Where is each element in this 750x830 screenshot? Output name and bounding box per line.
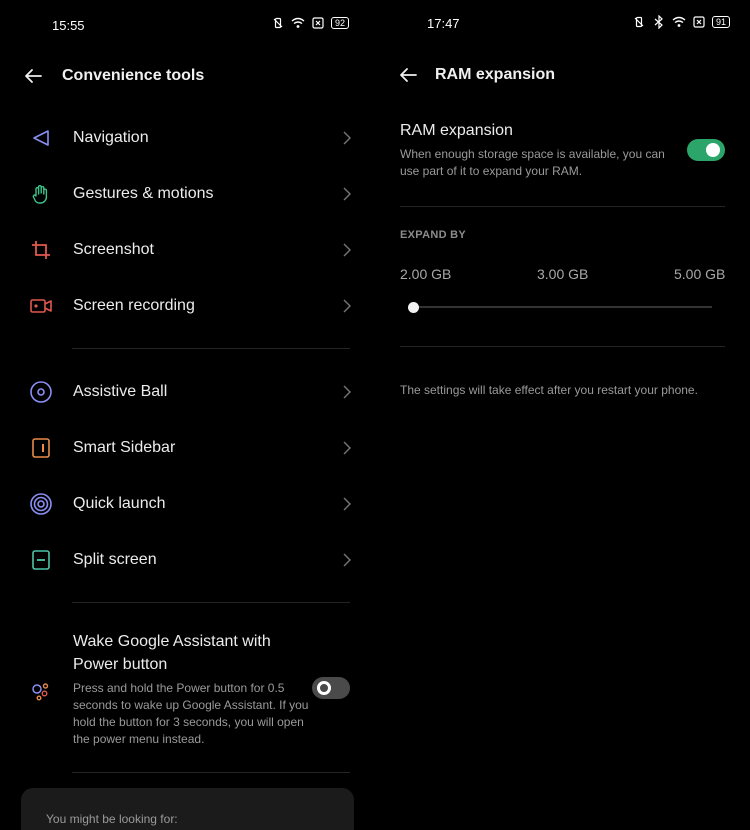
chevron-right-icon bbox=[340, 497, 354, 511]
notification-box-icon bbox=[692, 15, 706, 29]
menu-item-label: Screen recording bbox=[73, 297, 195, 314]
wake-assistant-title: Wake Google Assistant with Power button bbox=[73, 633, 271, 673]
toggle-knob bbox=[706, 143, 720, 157]
wifi-icon bbox=[291, 16, 305, 30]
page-header: Convenience tools bbox=[22, 65, 204, 87]
assistive-ball-icon bbox=[24, 375, 58, 409]
menu-item-label: Smart Sidebar bbox=[73, 439, 176, 456]
menu-item-screen-recording[interactable]: Screen recording bbox=[24, 278, 354, 334]
page-title: RAM expansion bbox=[435, 66, 556, 83]
divider bbox=[72, 602, 350, 603]
menu-item-label: Navigation bbox=[73, 129, 149, 146]
ram-expansion-label: RAM expansion bbox=[400, 122, 513, 139]
hand-gesture-icon bbox=[24, 177, 58, 211]
page-header: RAM expansion bbox=[397, 64, 555, 86]
wake-assistant-toggle[interactable] bbox=[312, 677, 350, 699]
menu-item-navigation[interactable]: Navigation bbox=[24, 110, 354, 166]
menu-item-assistive-ball[interactable]: Assistive Ball bbox=[24, 364, 354, 420]
status-icons: 92 bbox=[271, 16, 350, 30]
menu-item-label: Quick launch bbox=[73, 495, 166, 512]
back-arrow-icon[interactable] bbox=[22, 65, 44, 87]
crop-icon bbox=[24, 233, 58, 267]
status-bar: 17:47 bbox=[427, 12, 460, 34]
option-2gb[interactable]: 2.00 GB bbox=[400, 266, 451, 282]
divider bbox=[400, 206, 725, 207]
toggle-knob bbox=[317, 681, 331, 695]
divider bbox=[72, 772, 350, 773]
chevron-right-icon bbox=[340, 553, 354, 567]
battery-icon: 92 bbox=[331, 17, 350, 29]
menu-item-quick-launch[interactable]: Quick launch bbox=[24, 476, 354, 532]
chevron-right-icon bbox=[340, 385, 354, 399]
suggestions-heading: You might be looking for: bbox=[46, 812, 178, 826]
restart-note: The settings will take effect after you … bbox=[400, 383, 698, 397]
menu-item-screenshot[interactable]: Screenshot bbox=[24, 222, 354, 278]
split-screen-icon bbox=[24, 543, 58, 577]
status-bar: 15:55 bbox=[52, 14, 85, 36]
divider bbox=[400, 346, 725, 347]
expand-slider-track[interactable] bbox=[412, 306, 712, 308]
chevron-right-icon bbox=[340, 131, 354, 145]
divider bbox=[72, 348, 350, 349]
bluetooth-icon bbox=[652, 15, 666, 29]
ram-expansion-screen: 17:47 91 RAM expansion RAM expansion Whe… bbox=[375, 0, 750, 830]
vibrate-icon bbox=[632, 15, 646, 29]
menu-item-label: Gestures & motions bbox=[73, 185, 214, 202]
menu-item-label: Screenshot bbox=[73, 241, 154, 258]
wake-google-assistant-setting: Wake Google Assistant with Power button … bbox=[24, 630, 354, 750]
google-assistant-icon bbox=[24, 675, 58, 709]
sidebar-icon bbox=[24, 431, 58, 465]
navigation-icon bbox=[24, 121, 58, 155]
notification-box-icon bbox=[311, 16, 325, 30]
menu-item-label: Split screen bbox=[73, 551, 157, 568]
wifi-icon bbox=[672, 15, 686, 29]
expand-slider-thumb[interactable] bbox=[408, 302, 419, 313]
status-icons: 91 bbox=[632, 15, 731, 29]
menu-item-label: Assistive Ball bbox=[73, 383, 168, 400]
menu-item-gestures-motions[interactable]: Gestures & motions bbox=[24, 166, 354, 222]
ram-expansion-toggle[interactable] bbox=[687, 139, 725, 161]
chevron-right-icon bbox=[340, 187, 354, 201]
chevron-right-icon bbox=[340, 441, 354, 455]
chevron-right-icon bbox=[340, 299, 354, 313]
menu-item-smart-sidebar[interactable]: Smart Sidebar bbox=[24, 420, 354, 476]
quick-launch-icon bbox=[24, 487, 58, 521]
option-5gb[interactable]: 5.00 GB bbox=[674, 266, 725, 282]
back-arrow-icon[interactable] bbox=[397, 64, 419, 86]
status-time: 15:55 bbox=[52, 17, 85, 33]
option-3gb[interactable]: 3.00 GB bbox=[537, 266, 588, 282]
ram-expansion-description: When enough storage space is available, … bbox=[400, 147, 665, 178]
vibrate-icon bbox=[271, 16, 285, 30]
video-camera-icon bbox=[24, 289, 58, 323]
battery-icon: 91 bbox=[712, 16, 731, 28]
wake-assistant-description: Press and hold the Power button for 0.5 … bbox=[73, 681, 309, 746]
expand-by-heading: EXPAND BY bbox=[400, 229, 467, 241]
page-title: Convenience tools bbox=[62, 67, 205, 84]
menu-item-split-screen[interactable]: Split screen bbox=[24, 532, 354, 588]
chevron-right-icon bbox=[340, 243, 354, 257]
convenience-tools-screen: 15:55 92 Convenience tools Navigation Ge… bbox=[0, 0, 375, 830]
suggestions-card: You might be looking for: bbox=[21, 788, 354, 830]
status-time: 17:47 bbox=[427, 15, 460, 31]
